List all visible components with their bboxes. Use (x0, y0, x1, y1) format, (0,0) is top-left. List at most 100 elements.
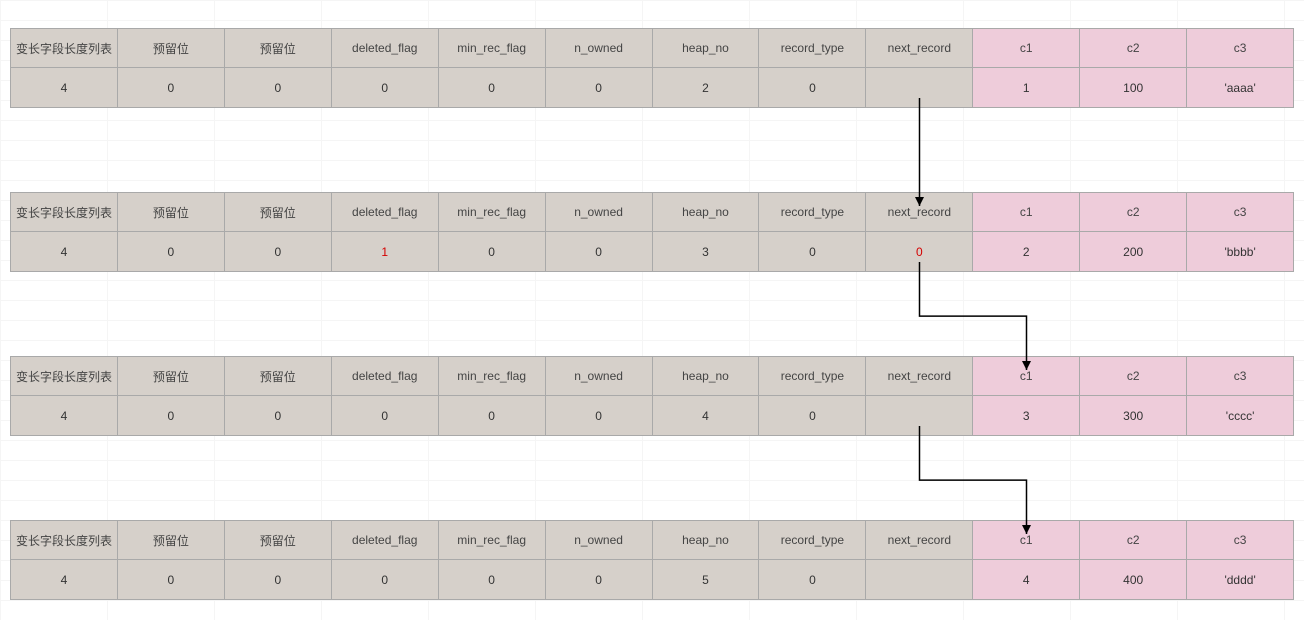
header-cell: next_record (866, 192, 972, 232)
header-cell: next_record (866, 356, 972, 396)
value-cell: 0 (546, 232, 652, 272)
header-cell: heap_no (653, 28, 759, 68)
value-cell: 0 (225, 68, 331, 108)
value-cell: 300 (1080, 396, 1186, 436)
header-cell: 变长字段长度列表 (11, 356, 117, 396)
header-cell: c2 (1080, 520, 1186, 560)
header-cell: 预留位 (225, 356, 331, 396)
header-cell: 变长字段长度列表 (11, 28, 117, 68)
header-cell: heap_no (653, 192, 759, 232)
record-row: 变长字段长度列表4预留位0预留位0deleted_flag0min_rec_fl… (10, 520, 1294, 600)
col-变长字段长度列表: 变长字段长度列表4 (10, 28, 118, 108)
value-cell: 0 (759, 232, 865, 272)
col-c3: c3'bbbb' (1187, 192, 1294, 272)
header-cell: 预留位 (118, 192, 224, 232)
col-heap_no: heap_no4 (653, 356, 760, 436)
value-cell: 3 (973, 396, 1079, 436)
value-cell: 4 (11, 396, 117, 436)
value-cell: 0 (118, 560, 224, 600)
header-cell: n_owned (546, 192, 652, 232)
value-cell: 0 (332, 396, 438, 436)
header-cell: c3 (1187, 520, 1293, 560)
col-n_owned: n_owned0 (546, 28, 653, 108)
col-heap_no: heap_no5 (653, 520, 760, 600)
value-cell: 'dddd' (1187, 560, 1293, 600)
header-cell: c1 (973, 192, 1079, 232)
header-cell: deleted_flag (332, 192, 438, 232)
value-cell: 4 (973, 560, 1079, 600)
col-min_rec_flag: min_rec_flag0 (439, 192, 546, 272)
header-cell: c1 (973, 520, 1079, 560)
col-heap_no: heap_no3 (653, 192, 760, 272)
header-cell: deleted_flag (332, 520, 438, 560)
col-record_type: record_type0 (759, 520, 866, 600)
header-cell: c3 (1187, 28, 1293, 68)
col-c1: c12 (973, 192, 1080, 272)
header-cell: heap_no (653, 356, 759, 396)
col-预留位: 预留位0 (225, 192, 332, 272)
header-cell: n_owned (546, 28, 652, 68)
value-cell: 5 (653, 560, 759, 600)
col-deleted_flag: deleted_flag0 (332, 356, 439, 436)
col-c3: c3'dddd' (1187, 520, 1294, 600)
col-n_owned: n_owned0 (546, 356, 653, 436)
header-cell: c1 (973, 28, 1079, 68)
header-cell: 预留位 (225, 520, 331, 560)
col-c1: c13 (973, 356, 1080, 436)
value-cell (866, 560, 972, 600)
col-预留位: 预留位0 (225, 28, 332, 108)
col-c3: c3'cccc' (1187, 356, 1294, 436)
value-cell: 1 (973, 68, 1079, 108)
value-cell: 0 (759, 68, 865, 108)
col-next_record: next_record0 (866, 192, 973, 272)
value-cell: 0 (225, 396, 331, 436)
value-cell: 0 (546, 396, 652, 436)
value-cell: 4 (11, 560, 117, 600)
header-cell: next_record (866, 520, 972, 560)
value-cell: 0 (439, 232, 545, 272)
value-cell: 0 (225, 232, 331, 272)
col-heap_no: heap_no2 (653, 28, 760, 108)
value-cell: 0 (546, 68, 652, 108)
header-cell: min_rec_flag (439, 356, 545, 396)
col-预留位: 预留位0 (118, 28, 225, 108)
header-cell: 预留位 (118, 520, 224, 560)
record-row: 变长字段长度列表4预留位0预留位0deleted_flag1min_rec_fl… (10, 192, 1294, 272)
col-min_rec_flag: min_rec_flag0 (439, 28, 546, 108)
value-cell: 0 (439, 68, 545, 108)
header-cell: min_rec_flag (439, 28, 545, 68)
col-deleted_flag: deleted_flag0 (332, 28, 439, 108)
header-cell: min_rec_flag (439, 192, 545, 232)
col-min_rec_flag: min_rec_flag0 (439, 356, 546, 436)
col-预留位: 预留位0 (225, 356, 332, 436)
value-cell: 2 (653, 68, 759, 108)
col-next_record: next_record (866, 520, 973, 600)
value-cell: 4 (11, 232, 117, 272)
col-record_type: record_type0 (759, 192, 866, 272)
col-预留位: 预留位0 (118, 356, 225, 436)
value-cell (866, 68, 972, 108)
col-变长字段长度列表: 变长字段长度列表4 (10, 192, 118, 272)
col-预留位: 预留位0 (225, 520, 332, 600)
value-cell (866, 396, 972, 436)
header-cell: deleted_flag (332, 356, 438, 396)
col-c1: c14 (973, 520, 1080, 600)
records-container: 变长字段长度列表4预留位0预留位0deleted_flag0min_rec_fl… (10, 28, 1294, 600)
header-cell: record_type (759, 520, 865, 560)
col-c2: c2100 (1080, 28, 1187, 108)
record-row: 变长字段长度列表4预留位0预留位0deleted_flag0min_rec_fl… (10, 356, 1294, 436)
col-next_record: next_record (866, 28, 973, 108)
header-cell: next_record (866, 28, 972, 68)
col-deleted_flag: deleted_flag1 (332, 192, 439, 272)
col-deleted_flag: deleted_flag0 (332, 520, 439, 600)
value-cell: 4 (11, 68, 117, 108)
col-预留位: 预留位0 (118, 520, 225, 600)
col-n_owned: n_owned0 (546, 520, 653, 600)
header-cell: 变长字段长度列表 (11, 192, 117, 232)
header-cell: c3 (1187, 356, 1293, 396)
header-cell: record_type (759, 28, 865, 68)
header-cell: c2 (1080, 28, 1186, 68)
header-cell: n_owned (546, 520, 652, 560)
col-c1: c11 (973, 28, 1080, 108)
header-cell: c3 (1187, 192, 1293, 232)
